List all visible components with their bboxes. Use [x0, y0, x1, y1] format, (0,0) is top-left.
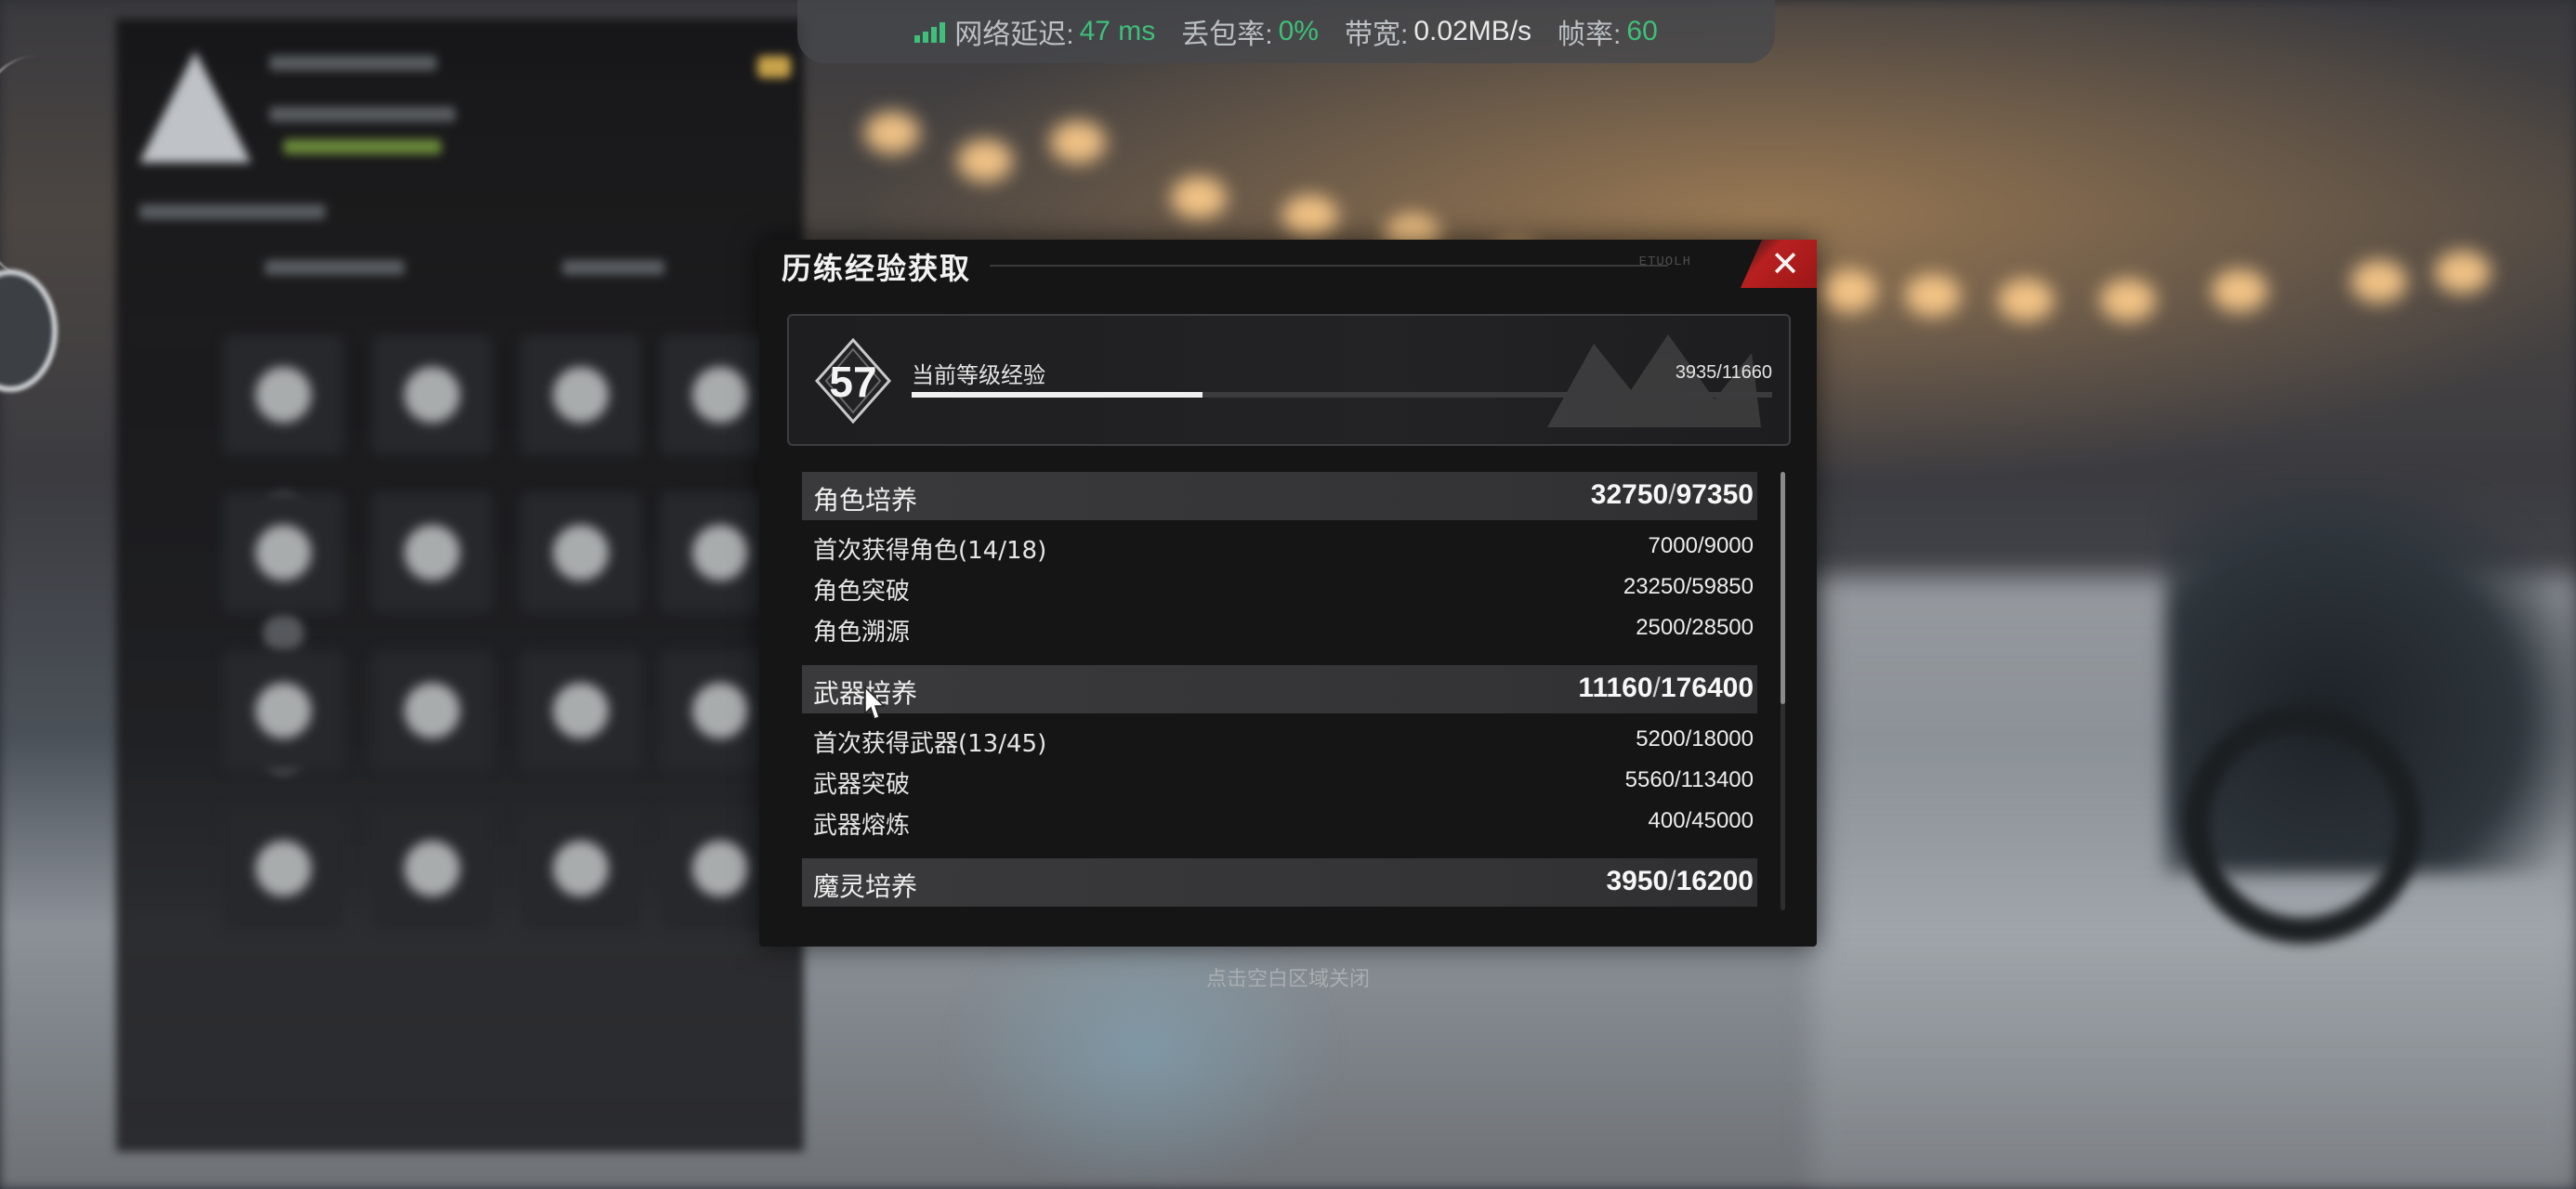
signal-bars-icon	[914, 20, 946, 43]
category-value: 3950/16200	[1606, 866, 1754, 897]
exp-item-name: 武器突破	[813, 771, 911, 799]
level-progress-fill	[912, 392, 1203, 398]
exp-item-value: 7000/9000	[1648, 533, 1754, 558]
packet-loss-stat: 丢包率: 0%	[1181, 11, 1319, 52]
exp-item-value: 5200/18000	[1636, 726, 1754, 751]
inventory-line	[139, 204, 325, 219]
category-value: 32750/97350	[1591, 479, 1754, 511]
exp-item-name: 首次获得角色(14/18)	[813, 537, 1047, 565]
mouse-cursor-icon	[864, 686, 886, 720]
latency-stat: 网络延迟: 47 ms	[914, 11, 1155, 52]
latency-label: 网络延迟:	[954, 20, 1074, 50]
inventory-cell	[372, 492, 493, 613]
exp-source-list[interactable]: 角色培养 32750/97350 首次获得角色(14/18) 7000/9000 角色突…	[802, 472, 1757, 931]
fps-label: 帧率:	[1557, 20, 1622, 50]
left-edge-arc	[0, 56, 41, 279]
exp-item-row: 角色溯源 2500/28500	[802, 608, 1757, 648]
header-decoration: ETUOLH	[1638, 255, 1691, 269]
inventory-cell	[520, 650, 641, 771]
category-current: 11160	[1578, 673, 1653, 703]
fps-stat: 帧率: 60	[1557, 11, 1658, 52]
packet-loss-value: 0%	[1278, 16, 1319, 46]
inventory-emblem-icon	[139, 51, 251, 163]
level-number: 57	[829, 358, 877, 406]
category-slash: /	[1668, 866, 1676, 896]
inventory-cell	[223, 808, 344, 929]
exp-group: 魔灵培养 3950/16200	[802, 858, 1757, 907]
inventory-cell	[372, 334, 493, 455]
level-progress-track	[912, 392, 1772, 398]
dialog-title: 历练经验获取	[782, 251, 972, 286]
exp-item-name: 武器熔炼	[813, 812, 911, 840]
close-button[interactable]: ✕	[1741, 240, 1817, 288]
close-hint: 点击空白区域关闭	[1205, 968, 1370, 991]
inventory-cell	[223, 334, 344, 455]
level-exp-label: 当前等级经验	[912, 362, 1045, 388]
category-total: 176400	[1660, 673, 1754, 703]
list-scrollbar[interactable]	[1781, 472, 1785, 910]
inventory-cell	[372, 808, 493, 929]
exp-group: 角色培养 32750/97350 首次获得角色(14/18) 7000/9000 角色突…	[802, 472, 1757, 648]
category-row[interactable]: 武器培养11160/176400	[802, 665, 1757, 713]
inventory-line	[265, 260, 404, 275]
inventory-cell	[520, 334, 641, 455]
level-exp-value: 3935/11660	[1675, 362, 1772, 383]
category-total: 16200	[1676, 866, 1754, 896]
exp-item-value: 5560/113400	[1624, 767, 1754, 792]
dialog-header: 历练经验获取 ETUOLH ✕	[759, 240, 1817, 288]
inventory-cell	[223, 650, 344, 771]
latency-value: 47 ms	[1079, 16, 1156, 46]
inventory-cell	[372, 650, 493, 771]
level-panel: 57 当前等级经验 3935/11660	[787, 314, 1791, 446]
exp-item-row: 首次获得武器(13/45) 5200/18000	[802, 719, 1757, 760]
experience-dialog: 历练经验获取 ETUOLH ✕ 57 当前等级经验 3935/11660 角色培…	[759, 240, 1817, 947]
fps-value: 60	[1626, 16, 1658, 46]
inventory-line	[269, 107, 455, 122]
close-icon: ✕	[1770, 243, 1800, 284]
header-divider	[990, 265, 1668, 267]
exp-item-name: 角色突破	[813, 578, 911, 606]
background-wheel	[2184, 706, 2422, 944]
bandwidth-stat: 带宽: 0.02MB/s	[1345, 11, 1531, 52]
inventory-cell	[520, 492, 641, 613]
exp-item-value: 400/45000	[1648, 808, 1754, 833]
exp-item-row: 武器熔炼 400/45000	[802, 801, 1757, 842]
inventory-line	[269, 56, 437, 71]
blurred-inventory-grid	[223, 334, 781, 1040]
exp-item-row: 首次获得角色(14/18) 7000/9000	[802, 526, 1757, 567]
level-badge: 57	[814, 337, 892, 425]
scrollbar-thumb[interactable]	[1781, 472, 1785, 704]
exp-item-row: 武器突破 5560/113400	[802, 760, 1757, 801]
inventory-cell	[223, 492, 344, 613]
inventory-line	[562, 260, 664, 275]
category-total: 97350	[1676, 479, 1754, 510]
packet-loss-label: 丢包率:	[1181, 20, 1273, 50]
category-name: 角色培养	[813, 485, 918, 516]
exp-item-value: 2500/28500	[1636, 615, 1754, 640]
category-current: 3950	[1606, 866, 1669, 896]
inventory-line	[283, 139, 441, 154]
category-row[interactable]: 角色培养 32750/97350	[802, 472, 1757, 520]
bandwidth-label: 带宽:	[1344, 20, 1409, 50]
inventory-cell	[520, 808, 641, 929]
bandwidth-value: 0.02MB/s	[1413, 16, 1532, 46]
network-stats-bar: 网络延迟: 47 ms 丢包率: 0% 带宽: 0.02MB/s 帧率: 60	[797, 0, 1775, 63]
background-character	[948, 910, 1338, 1189]
category-slash: /	[1652, 673, 1661, 703]
category-slash: /	[1668, 479, 1676, 510]
exp-item-name: 角色溯源	[813, 619, 911, 647]
exp-group: 武器培养11160/176400 首次获得武器(13/45) 5200/18000 武…	[802, 665, 1757, 842]
category-name: 魔灵培养	[813, 871, 918, 902]
category-current: 32750	[1590, 479, 1669, 510]
category-value: 11160/176400	[1578, 673, 1754, 704]
exp-item-name: 首次获得武器(13/45)	[813, 730, 1047, 758]
inventory-gold-icon	[757, 56, 791, 78]
category-row[interactable]: 魔灵培养 3950/16200	[802, 858, 1757, 907]
exp-item-row: 角色突破 23250/59850	[802, 567, 1757, 608]
exp-item-value: 23250/59850	[1623, 574, 1754, 599]
